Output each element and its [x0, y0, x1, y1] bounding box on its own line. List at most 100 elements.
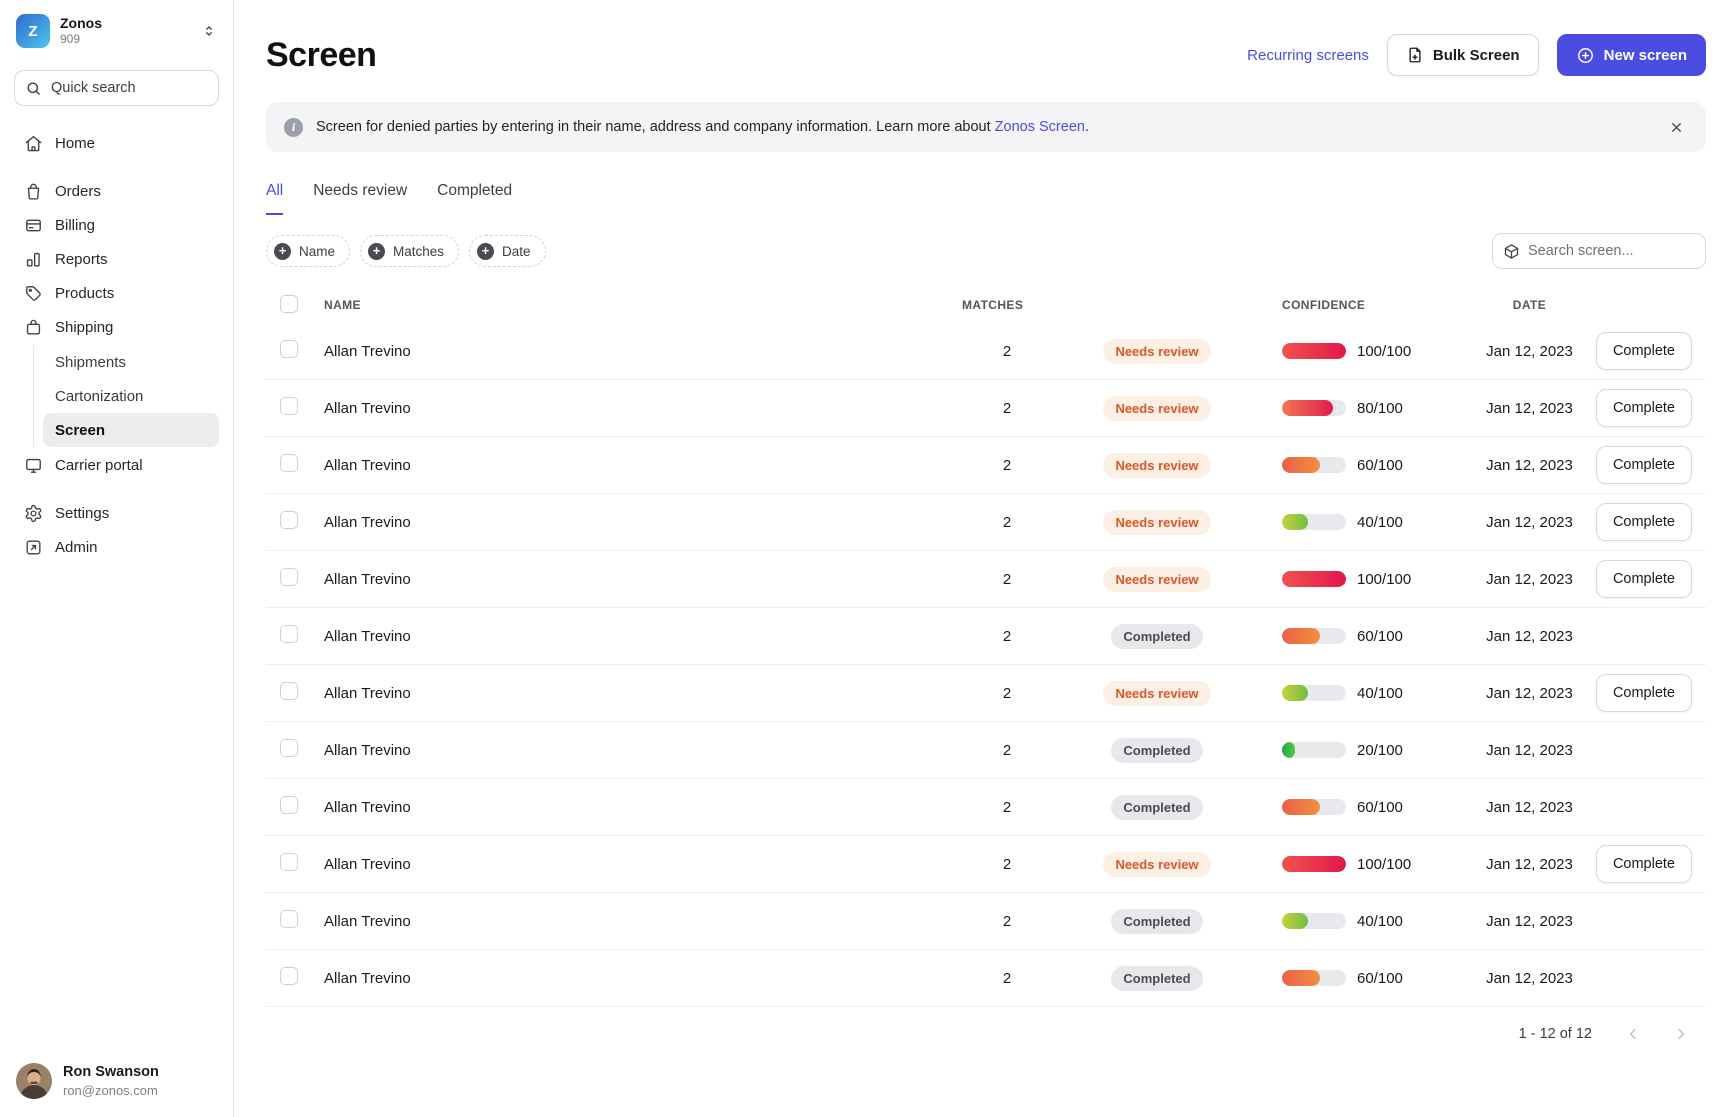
row-checkbox[interactable] [280, 739, 298, 757]
table-row: Allan Trevino2Completed60/100Jan 12, 202… [266, 950, 1706, 1007]
package-icon [1503, 243, 1520, 260]
complete-button[interactable]: Complete [1596, 674, 1692, 712]
zonos-screen-link[interactable]: Zonos Screen [995, 119, 1085, 135]
complete-button[interactable]: Complete [1596, 446, 1692, 484]
filter-chip-name[interactable]: + Name [266, 235, 350, 267]
recurring-screens-link[interactable]: Recurring screens [1247, 47, 1369, 64]
org-id: 909 [60, 33, 102, 47]
table-row: Allan Trevino2Needs review40/100Jan 12, … [266, 665, 1706, 722]
row-checkbox[interactable] [280, 454, 298, 472]
nav-divider-space [14, 160, 219, 174]
tab-completed[interactable]: Completed [437, 182, 512, 215]
row-checkbox[interactable] [280, 568, 298, 586]
nav-divider-space [14, 482, 219, 496]
sidebar-item-carrier-portal[interactable]: Carrier portal [14, 448, 219, 482]
sidebar-item-label: Screen [55, 422, 105, 439]
confidence-bar [1282, 457, 1346, 473]
table-row: Allan Trevino2Needs review100/100Jan 12,… [266, 836, 1706, 893]
chevron-left-icon[interactable] [1622, 1023, 1644, 1045]
table-row: Allan Trevino2Completed20/100Jan 12, 202… [266, 722, 1706, 779]
row-checkbox[interactable] [280, 397, 298, 415]
sidebar-item-screen[interactable]: Screen [43, 413, 219, 447]
sidebar-item-label: Admin [55, 539, 98, 556]
sidebar-item-settings[interactable]: Settings [14, 496, 219, 530]
close-icon[interactable] [1665, 116, 1688, 139]
external-link-icon [24, 538, 43, 557]
status-badge: Needs review [1103, 396, 1210, 421]
row-checkbox[interactable] [280, 682, 298, 700]
row-name: Allan Trevino [324, 400, 962, 417]
sidebar-item-cartonization[interactable]: Cartonization [43, 379, 219, 413]
sidebar-item-label: Shipments [55, 354, 126, 371]
sidebar-item-home[interactable]: Home [14, 126, 219, 160]
pagination-range: 1 - 12 of 12 [1519, 1026, 1592, 1042]
row-checkbox[interactable] [280, 340, 298, 358]
filter-chip-date[interactable]: + Date [469, 235, 546, 267]
pagination-nav [1622, 1023, 1692, 1045]
monitor-icon [24, 456, 43, 475]
confidence-bar [1282, 799, 1346, 815]
complete-button[interactable]: Complete [1596, 503, 1692, 541]
org-switcher[interactable]: Z Zonos 909 [0, 14, 233, 48]
row-name: Allan Trevino [324, 799, 962, 816]
bulk-screen-button[interactable]: Bulk Screen [1387, 34, 1539, 76]
new-screen-button[interactable]: New screen [1557, 34, 1706, 76]
complete-button[interactable]: Complete [1596, 332, 1692, 370]
tab-all[interactable]: All [266, 182, 283, 215]
row-checkbox[interactable] [280, 796, 298, 814]
row-matches: 2 [962, 571, 1052, 588]
user-profile[interactable]: Ron Swanson ron@zonos.com [0, 1053, 233, 1105]
tab-needs-review[interactable]: Needs review [313, 182, 407, 215]
row-name: Allan Trevino [324, 571, 962, 588]
banner-text-suffix: . [1085, 119, 1089, 135]
row-checkbox[interactable] [280, 853, 298, 871]
quick-search-input[interactable] [51, 80, 208, 96]
sidebar-item-shipping[interactable]: Shipping [14, 310, 219, 344]
row-matches: 2 [962, 628, 1052, 645]
sidebar-item-billing[interactable]: Billing [14, 208, 219, 242]
row-checkbox[interactable] [280, 511, 298, 529]
complete-button[interactable]: Complete [1596, 389, 1692, 427]
status-badge: Needs review [1103, 567, 1210, 592]
chevron-right-icon[interactable] [1670, 1023, 1692, 1045]
column-header-name: NAME [324, 298, 962, 312]
tag-icon [24, 284, 43, 303]
sidebar-item-label: Products [55, 285, 114, 302]
new-screen-label: New screen [1604, 47, 1687, 64]
confidence-bar [1282, 400, 1346, 416]
confidence-bar [1282, 685, 1346, 701]
complete-button[interactable]: Complete [1596, 845, 1692, 883]
row-name: Allan Trevino [324, 856, 962, 873]
row-date: Jan 12, 2023 [1467, 514, 1592, 531]
sidebar-item-shipments[interactable]: Shipments [43, 345, 219, 379]
complete-button[interactable]: Complete [1596, 560, 1692, 598]
sidebar-item-label: Settings [55, 505, 109, 522]
confidence-value: 60/100 [1357, 457, 1403, 474]
sidebar-item-products[interactable]: Products [14, 276, 219, 310]
status-badge: Completed [1111, 624, 1202, 649]
select-all-checkbox[interactable] [280, 295, 298, 313]
filter-chip-matches[interactable]: + Matches [360, 235, 459, 267]
app-root: Z Zonos 909 Home Orders [0, 0, 1728, 1117]
confidence-value: 40/100 [1357, 685, 1403, 702]
column-header-date: DATE [1467, 298, 1592, 312]
sidebar-item-label: Home [55, 135, 95, 152]
bulk-screen-label: Bulk Screen [1433, 47, 1520, 64]
row-checkbox[interactable] [280, 625, 298, 643]
sidebar-item-admin[interactable]: Admin [14, 530, 219, 564]
org-logo: Z [16, 14, 50, 48]
row-matches: 2 [962, 742, 1052, 759]
shipping-sub-list: Shipments Cartonization Screen [33, 345, 219, 447]
sidebar-item-reports[interactable]: Reports [14, 242, 219, 276]
row-name: Allan Trevino [324, 913, 962, 930]
page-header: Screen Recurring screens Bulk Screen New… [266, 34, 1706, 76]
row-matches: 2 [962, 913, 1052, 930]
screen-search-input[interactable] [1528, 243, 1695, 259]
row-checkbox[interactable] [280, 910, 298, 928]
status-badge: Needs review [1103, 339, 1210, 364]
sidebar: Z Zonos 909 Home Orders [0, 0, 234, 1117]
sidebar-item-orders[interactable]: Orders [14, 174, 219, 208]
row-checkbox[interactable] [280, 967, 298, 985]
confidence-bar [1282, 514, 1346, 530]
table-row: Allan Trevino2Needs review80/100Jan 12, … [266, 380, 1706, 437]
